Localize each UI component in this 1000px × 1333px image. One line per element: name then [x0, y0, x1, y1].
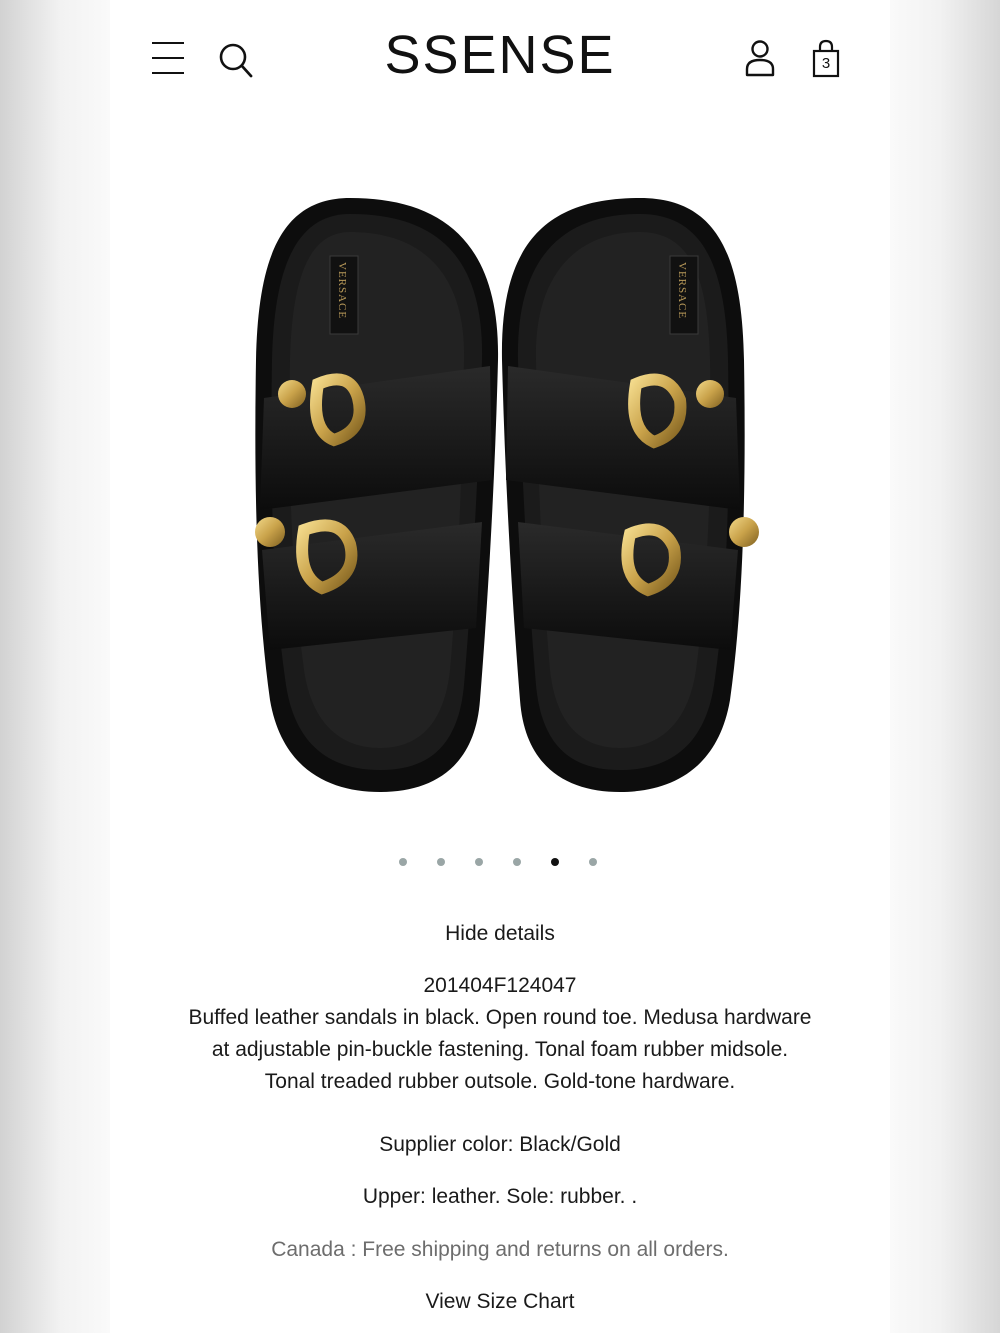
carousel-dot-2[interactable]: [437, 858, 445, 866]
carousel-dot-4[interactable]: [513, 858, 521, 866]
account-button[interactable]: [740, 38, 780, 82]
description-line: Buffed leather sandals in black. Open ro…: [188, 1006, 812, 1029]
shopping-bag-button[interactable]: 3: [806, 38, 846, 82]
site-header: SSENSE 3: [110, 0, 890, 115]
carousel-dot-6[interactable]: [589, 858, 597, 866]
composition: Upper: leather. Sole: rubber. .: [362, 1185, 638, 1208]
product-sku: 201404F124047: [423, 974, 577, 997]
size-chart-link[interactable]: View Size Chart: [110, 1286, 890, 1318]
right-sandal: [501, 198, 745, 792]
right-backdrop: [890, 0, 1000, 1333]
carousel-dot-3[interactable]: [475, 858, 483, 866]
supplier-color: Supplier color: Black/Gold: [379, 1133, 621, 1156]
insole-label-left: VERSACE: [336, 262, 348, 319]
description-line: Tonal treaded rubber outsole. Gold-tone …: [264, 1070, 736, 1093]
product-image[interactable]: VERSACE VERSACE: [200, 180, 800, 820]
insole-label-right: VERSACE: [676, 262, 688, 319]
left-sandal: [255, 198, 499, 792]
bag-count-badge: 3: [821, 55, 831, 72]
left-backdrop: [0, 0, 110, 1333]
shipping-note: Canada : Free shipping and returns on al…: [271, 1238, 729, 1261]
carousel-dot-1[interactable]: [399, 858, 407, 866]
product-page: SSENSE 3 VERSACE VERSACE Hide details 20…: [110, 0, 890, 1333]
carousel-dot-5[interactable]: [551, 858, 559, 866]
hide-details-link[interactable]: Hide details: [110, 918, 890, 950]
image-carousel-dots: [110, 854, 890, 870]
description-line: at adjustable pin-buckle fastening. Tona…: [211, 1038, 789, 1061]
user-icon: [745, 40, 775, 77]
